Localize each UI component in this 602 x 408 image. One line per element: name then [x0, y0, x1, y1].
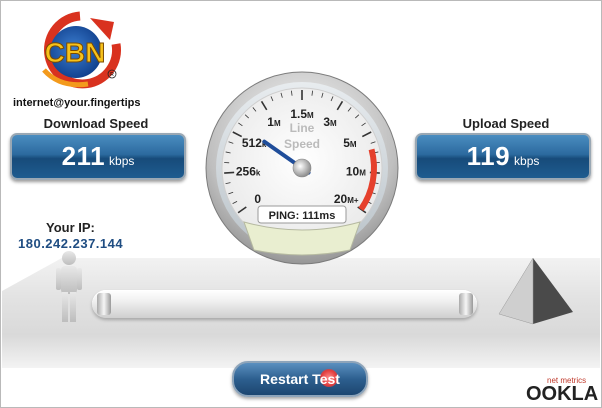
- restart-test-button[interactable]: Restart Test: [232, 361, 368, 397]
- download-panel: 211 kbps: [10, 133, 186, 180]
- ookla-logo: net metrics OOKLA: [526, 376, 599, 405]
- brand-tagline: internet@your.fingertips: [13, 97, 141, 109]
- upload-value: 119: [466, 141, 511, 171]
- progress-track: [92, 290, 477, 318]
- ookla-name: OOKLA: [526, 383, 599, 405]
- restart-test-label: Restart Test: [260, 371, 340, 387]
- download-label: Download Speed: [43, 116, 149, 131]
- svg-text:R: R: [110, 72, 114, 78]
- download-unit: kbps: [109, 154, 135, 168]
- user-figure-icon: [56, 251, 82, 322]
- upload-panel: 119 kbps: [415, 133, 591, 180]
- upload-label: Upload Speed: [462, 116, 550, 131]
- svg-text:CBN: CBN: [45, 37, 106, 68]
- track-right-cap: [459, 293, 473, 315]
- gauge-title-line1: Line: [290, 121, 315, 135]
- server-pyramid-icon: [498, 257, 573, 325]
- ip-address: 180.242.237.144: [18, 236, 124, 251]
- gauge-major-tick: [224, 171, 235, 174]
- cbn-logo: CBN R: [42, 11, 121, 89]
- speed-gauge: 0256k512k1M1.5M 3M5M10M20M+ Line Speed PI…: [205, 71, 399, 265]
- track-left-cap: [97, 293, 111, 315]
- upload-unit: kbps: [514, 154, 540, 168]
- gauge-title-line2: Speed: [284, 137, 320, 151]
- ip-label: Your IP:: [46, 220, 95, 235]
- download-value: 211: [61, 141, 106, 171]
- gauge-hub: [292, 158, 312, 178]
- gauge-tick-label: 0: [254, 192, 261, 206]
- ping-text: PING: 111ms: [269, 210, 336, 222]
